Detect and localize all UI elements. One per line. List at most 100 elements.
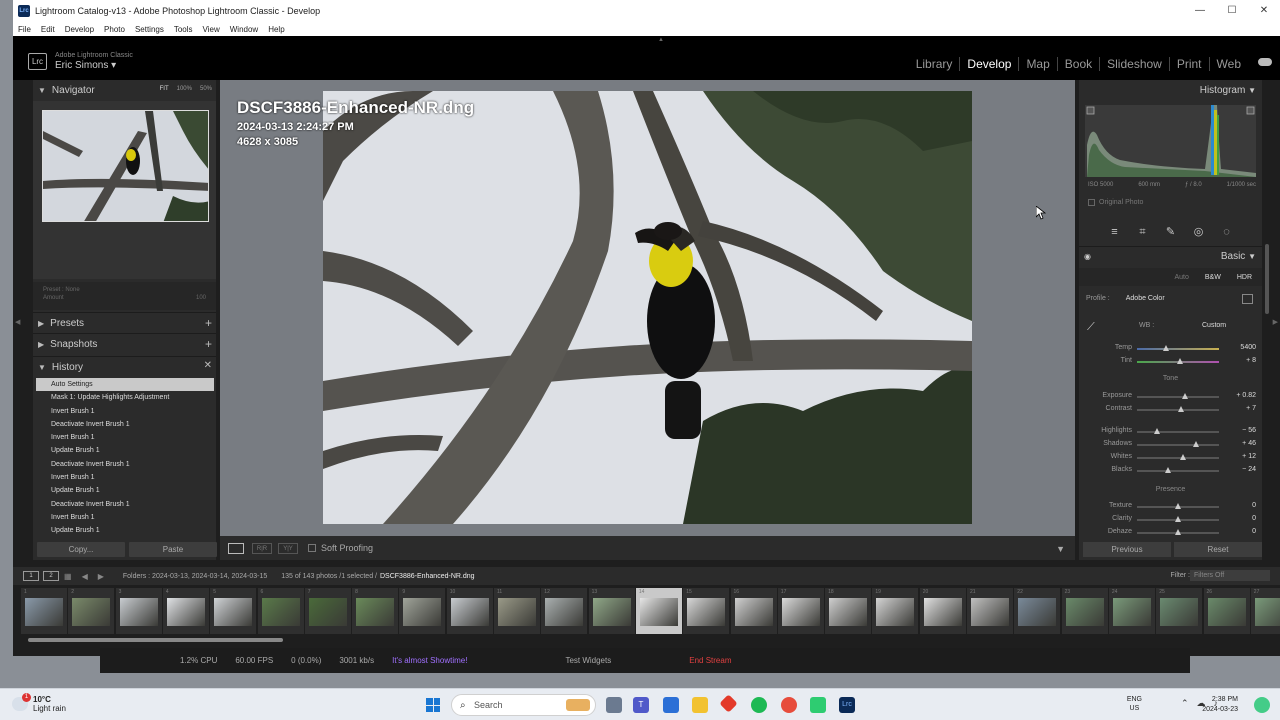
menu-edit[interactable]: Edit xyxy=(41,25,55,34)
slider-knob[interactable] xyxy=(1175,529,1181,535)
module-print[interactable]: Print xyxy=(1168,57,1209,71)
top-panel-toggle-icon[interactable]: ▲ xyxy=(658,37,664,43)
module-library[interactable]: Library xyxy=(909,57,960,71)
filmstrip-thumbnail[interactable]: 3 xyxy=(115,588,162,634)
histogram-graph[interactable] xyxy=(1085,105,1256,177)
filmstrip-thumbnail[interactable]: 6 xyxy=(257,588,304,634)
filmstrip-thumbnail[interactable]: 4 xyxy=(162,588,209,634)
second-screen-icon[interactable]: 2 xyxy=(43,571,59,581)
original-photo-toggle[interactable]: Original Photo xyxy=(1088,199,1143,206)
previous-button[interactable]: Previous xyxy=(1083,542,1171,557)
slider-value[interactable]: + 8 xyxy=(1246,357,1256,364)
filmstrip-thumbnail[interactable]: 15 xyxy=(683,588,730,634)
slider-knob[interactable] xyxy=(1178,406,1185,412)
module-map[interactable]: Map xyxy=(1018,57,1056,71)
history-item[interactable]: Update Brush 1 xyxy=(36,484,214,497)
menu-file[interactable]: File xyxy=(18,25,31,34)
loupe-view[interactable]: DSCF3886-Enhanced-NR.dng 2024-03-13 2:24… xyxy=(220,80,1075,536)
history-item[interactable]: Invert Brush 1 xyxy=(36,511,214,524)
soft-proofing-checkbox[interactable] xyxy=(308,544,316,552)
filmstrip-current-file[interactable]: DSCF3886-Enhanced-NR.dng xyxy=(380,573,475,580)
filmstrip-thumbnail[interactable]: 11 xyxy=(494,588,540,634)
main-photo[interactable] xyxy=(323,91,972,524)
history-item[interactable]: Invert Brush 1 xyxy=(36,431,214,444)
slider-tint[interactable]: Tint + 8 xyxy=(1079,355,1262,368)
menu-window[interactable]: Window xyxy=(230,25,258,34)
filmstrip-thumbnail[interactable]: 1 xyxy=(21,588,67,634)
history-item[interactable]: Deactivate Invert Brush 1 xyxy=(36,418,214,431)
slider-track[interactable] xyxy=(1137,428,1219,434)
slider-track[interactable] xyxy=(1137,467,1219,473)
forward-arrow-icon[interactable]: ▶ xyxy=(98,572,104,581)
app-red-diamond-icon[interactable] xyxy=(719,694,738,713)
filmstrip-thumbnail[interactable]: 22 xyxy=(1014,588,1061,634)
obs-test-widgets[interactable]: Test Widgets xyxy=(565,656,611,665)
clear-history-icon[interactable]: ✕ xyxy=(204,360,212,371)
slider-knob[interactable] xyxy=(1181,393,1188,399)
treatment-hdr[interactable]: HDR xyxy=(1237,274,1252,281)
minimize-icon[interactable]: — xyxy=(1184,0,1216,22)
history-item[interactable]: Auto Settings xyxy=(36,378,214,392)
slider-track[interactable] xyxy=(1137,441,1219,447)
slider-value[interactable]: 5400 xyxy=(1240,344,1256,351)
slider-knob[interactable] xyxy=(1175,516,1181,522)
windows-start-icon[interactable] xyxy=(426,698,440,712)
treatment-bw[interactable]: B&W xyxy=(1205,274,1221,281)
history-item[interactable]: Invert Brush 1 xyxy=(36,405,214,418)
close-icon[interactable]: ✕ xyxy=(1248,0,1280,22)
filmstrip-thumbnail[interactable]: 2 xyxy=(68,588,115,634)
presets-header[interactable]: ▶ Presets + xyxy=(33,312,216,333)
filter-dropdown[interactable]: Filters Off xyxy=(1190,570,1270,581)
history-item[interactable]: Invert Brush 1 xyxy=(36,471,214,484)
filmstrip-thumbnail[interactable]: 23 xyxy=(1061,588,1108,634)
history-item[interactable]: Update Brush 1 xyxy=(36,444,214,457)
maximize-icon[interactable]: ☐ xyxy=(1216,0,1248,22)
reset-button[interactable]: Reset xyxy=(1174,542,1262,557)
menu-photo[interactable]: Photo xyxy=(104,25,125,34)
language-indicator[interactable]: ENG US xyxy=(1127,695,1142,713)
slider-value[interactable]: + 12 xyxy=(1242,453,1256,460)
eyedropper-icon[interactable]: ⟋ xyxy=(1087,321,1103,335)
menu-develop[interactable]: Develop xyxy=(65,25,94,34)
slider-track[interactable] xyxy=(1137,358,1219,364)
module-develop[interactable]: Develop xyxy=(959,57,1018,71)
paste-button[interactable]: Paste xyxy=(129,542,217,557)
task-view-icon[interactable] xyxy=(606,697,622,713)
filmstrip-thumbnail[interactable]: 20 xyxy=(919,588,966,634)
cloud-icon[interactable] xyxy=(1258,58,1272,66)
profile-browser-icon[interactable] xyxy=(1242,294,1253,304)
spotify-icon[interactable] xyxy=(751,697,767,713)
obs-end-stream[interactable]: End Stream xyxy=(689,656,731,665)
edit-sliders-icon[interactable]: ≡ xyxy=(1109,226,1121,238)
filmstrip-thumbnail[interactable]: 26 xyxy=(1203,588,1250,634)
original-photo-checkbox[interactable] xyxy=(1088,199,1095,206)
history-item[interactable]: Update Brush 1 xyxy=(36,524,214,536)
weather-widget[interactable]: 1 10°C Light rain xyxy=(12,693,66,713)
slider-knob[interactable] xyxy=(1177,358,1184,364)
menu-view[interactable]: View xyxy=(203,25,220,34)
before-after-icon[interactable]: R|R xyxy=(252,542,272,554)
copy-button[interactable]: Copy... xyxy=(37,542,125,557)
menu-tools[interactable]: Tools xyxy=(174,25,193,34)
module-book[interactable]: Book xyxy=(1056,57,1099,71)
file-explorer-icon[interactable] xyxy=(692,697,708,713)
slider-temp[interactable]: Temp 5400 xyxy=(1079,342,1262,355)
filmstrip-thumbnail[interactable]: 13 xyxy=(588,588,635,634)
slider-shadows[interactable]: Shadows + 46 xyxy=(1079,438,1262,451)
module-web[interactable]: Web xyxy=(1208,57,1248,71)
slider-value[interactable]: 0 xyxy=(1252,502,1256,509)
slider-value[interactable]: 0 xyxy=(1252,528,1256,535)
add-preset-icon[interactable]: + xyxy=(205,316,212,330)
filmstrip-scrollbar[interactable] xyxy=(28,638,283,642)
grid-icon[interactable]: ▦ xyxy=(64,572,72,581)
filmstrip-thumbnail[interactable]: 8 xyxy=(352,588,399,634)
lightroom-taskbar-icon[interactable]: Lrc xyxy=(839,697,855,713)
redeye-icon[interactable]: ◎ xyxy=(1193,226,1205,238)
filmstrip-thumbnail[interactable]: 14 xyxy=(635,588,682,634)
zoom-option[interactable]: FIT xyxy=(160,86,169,92)
filmstrip-thumbnail[interactable]: 21 xyxy=(967,588,1013,634)
filmstrip-thumbnail[interactable]: 17 xyxy=(777,588,824,634)
left-panel-toggle-icon[interactable]: ◀ xyxy=(15,318,20,326)
filmstrip-thumbnail[interactable]: 18 xyxy=(825,588,872,634)
history-item[interactable]: Deactivate Invert Brush 1 xyxy=(36,498,214,511)
